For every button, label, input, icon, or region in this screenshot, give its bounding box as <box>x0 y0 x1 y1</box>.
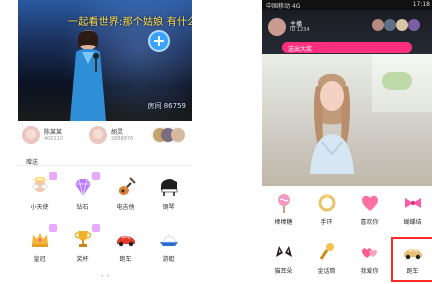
gift-cell-microphone[interactable]: 金话筒 <box>305 235 348 282</box>
gift-label: 钢琴 <box>162 204 175 211</box>
gift-label: 金话筒 <box>317 268 336 275</box>
gift-label: 猫耳朵 <box>274 268 293 275</box>
user-id: 400110 <box>44 136 64 142</box>
singer-figure <box>70 30 106 121</box>
user-id: 2888876 <box>111 136 134 142</box>
divider <box>18 165 192 166</box>
angel-icon <box>31 177 49 192</box>
gift-cell-diamond[interactable]: 钻石 <box>61 168 104 218</box>
gift-label: 我爱你 <box>360 268 379 275</box>
gift-label: 电吉他 <box>116 204 135 211</box>
lollipop-icon <box>278 194 290 213</box>
gift-cell-piano[interactable]: 钢琴 <box>147 168 190 218</box>
gift-cell-cat-ears[interactable]: 猫耳朵 <box>262 235 305 282</box>
user-name: 胡灵 <box>111 129 124 136</box>
gift-cell-bracelet[interactable]: 手环 <box>305 186 348 233</box>
heart-icon <box>362 195 378 211</box>
gift-cell-lollipop[interactable]: 棒棒糖 <box>262 186 305 233</box>
gift-banner-text: 送出大奖 <box>288 46 313 53</box>
live-header: 主播 ID 1234 送出大奖 <box>262 10 432 54</box>
streamer-figure <box>310 73 354 174</box>
status-bar: 中国移动 4G 17:18 <box>262 0 432 10</box>
microphone-icon <box>319 243 334 260</box>
gift-label: 蝴蝶结 <box>403 219 422 226</box>
gift-label: 皇冠 <box>33 256 46 263</box>
viewer-avatar <box>384 19 396 31</box>
gift-label: 钻石 <box>76 204 89 211</box>
audience-avatars[interactable] <box>151 127 185 143</box>
audience-avatar <box>171 128 185 142</box>
car-icon <box>117 236 135 247</box>
gift-cell-love[interactable]: 我爱你 <box>348 235 391 282</box>
viewer-avatars[interactable] <box>372 18 428 32</box>
gift-label: 跑车 <box>119 256 132 263</box>
piano-icon <box>161 179 178 196</box>
trophy-icon <box>74 231 92 247</box>
gift-grid: 小天使 钻石 电吉他 钢琴 皇冠 奖杯 跑车 游艇 • • <box>18 168 192 284</box>
anchor-id: ID 1234 <box>290 27 310 33</box>
gift-cell-trophy[interactable]: 奖杯 <box>61 220 104 270</box>
viewer-avatar <box>396 19 408 31</box>
avatar[interactable] <box>89 126 107 144</box>
right-phone-screen: 中国移动 4G 17:18 主播 ID 1234 送出大奖 棒棒糖 手环 喜欢你… <box>262 0 432 284</box>
diamond-icon <box>75 178 91 197</box>
page-indicator: • • <box>100 273 110 280</box>
gift-label: 小天使 <box>30 204 49 211</box>
user-row: 陈某某 400110 胡灵 2888876 <box>18 121 192 149</box>
viewer-avatar <box>408 19 420 31</box>
gift-label: 棒棒糖 <box>274 219 293 226</box>
guitar-icon <box>118 177 136 196</box>
gift-grid: 棒棒糖 手环 喜欢你 蝴蝶结 猫耳朵 金话筒 我爱你 跑车 <box>262 186 432 284</box>
gift-label: 奖杯 <box>76 256 89 263</box>
webcam-video[interactable] <box>262 54 432 186</box>
gift-cell-car[interactable]: 跑车 <box>104 220 147 270</box>
gift-cell-yacht[interactable]: 游艇 <box>147 220 190 270</box>
gift-cell-heart[interactable]: 喜欢你 <box>348 186 391 233</box>
bracelet-icon <box>318 194 336 212</box>
selected-gift-highlight <box>391 237 432 282</box>
gift-cell-bow[interactable]: 蝴蝶结 <box>391 186 432 233</box>
avatar[interactable] <box>268 18 286 36</box>
live-video[interactable]: 一起看世界:那个姑娘 有什么事 房间 86759 <box>18 0 192 121</box>
gift-cell-crown[interactable]: 皇冠 <box>18 220 61 270</box>
gift-label: 喜欢你 <box>360 219 379 226</box>
gift-cell-angel[interactable]: 小天使 <box>18 168 61 218</box>
gift-cell-car[interactable]: 跑车 <box>391 235 432 282</box>
love-icon <box>362 248 377 258</box>
gift-cell-guitar[interactable]: 电吉他 <box>104 168 147 218</box>
chat-bubble-icon[interactable] <box>148 30 170 52</box>
cat-ears-icon <box>276 246 292 257</box>
room-id: 房间 86759 <box>147 102 187 110</box>
bow-icon <box>405 198 421 208</box>
avatar[interactable] <box>22 126 40 144</box>
live-subtitle: 一起看世界:那个姑娘 有什么事 <box>68 17 192 28</box>
crown-icon <box>32 233 48 247</box>
carrier-text: 中国移动 4G <box>266 3 301 10</box>
left-phone-screen: 一起看世界:那个姑娘 有什么事 房间 86759 陈某某 400110 胡灵 2… <box>18 0 192 284</box>
gift-label: 手环 <box>320 219 333 226</box>
viewer-avatar <box>372 19 384 31</box>
background-plant <box>382 72 412 90</box>
gift-label: 游艇 <box>162 256 175 263</box>
yacht-icon <box>160 234 178 246</box>
clock-text: 17:18 <box>412 1 430 8</box>
user-name: 陈某某 <box>44 129 63 136</box>
